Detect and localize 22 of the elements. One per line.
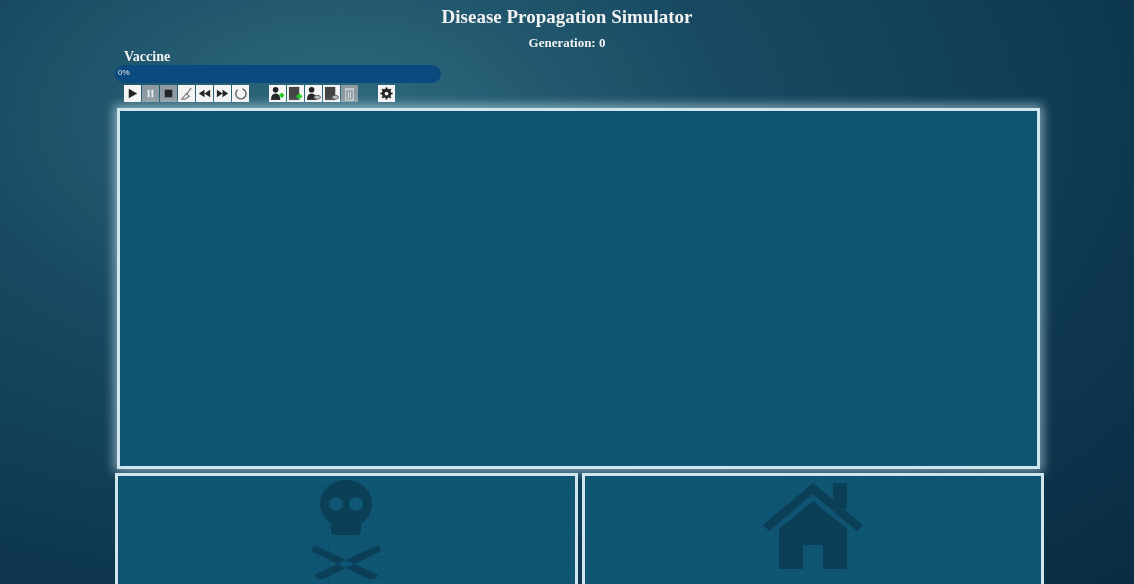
generation-counter: Generation: 0 [528,35,606,51]
view-person-button[interactable] [305,85,322,102]
trash-icon [342,86,357,101]
rewind-button[interactable] [196,85,213,102]
broom-icon [179,86,194,101]
reset-icon [233,86,248,101]
vaccine-label: Vaccine [124,49,171,65]
forward-button[interactable] [214,85,231,102]
settings-icon [379,86,394,101]
grid-eye-icon [324,86,339,101]
view-area-button[interactable] [323,85,340,102]
skull-crossbones-icon [311,479,382,579]
add-area-button[interactable] [287,85,304,102]
add-person-icon [270,86,285,101]
add-grid-icon [288,86,303,101]
reset-button[interactable] [232,85,249,102]
play-button[interactable] [124,85,141,102]
add-person-button[interactable] [269,85,286,102]
sweep-button[interactable] [178,85,195,102]
app-title: Disease Propagation Simulator [441,6,693,28]
person-eye-icon [306,86,321,101]
settings-button[interactable] [378,85,395,102]
